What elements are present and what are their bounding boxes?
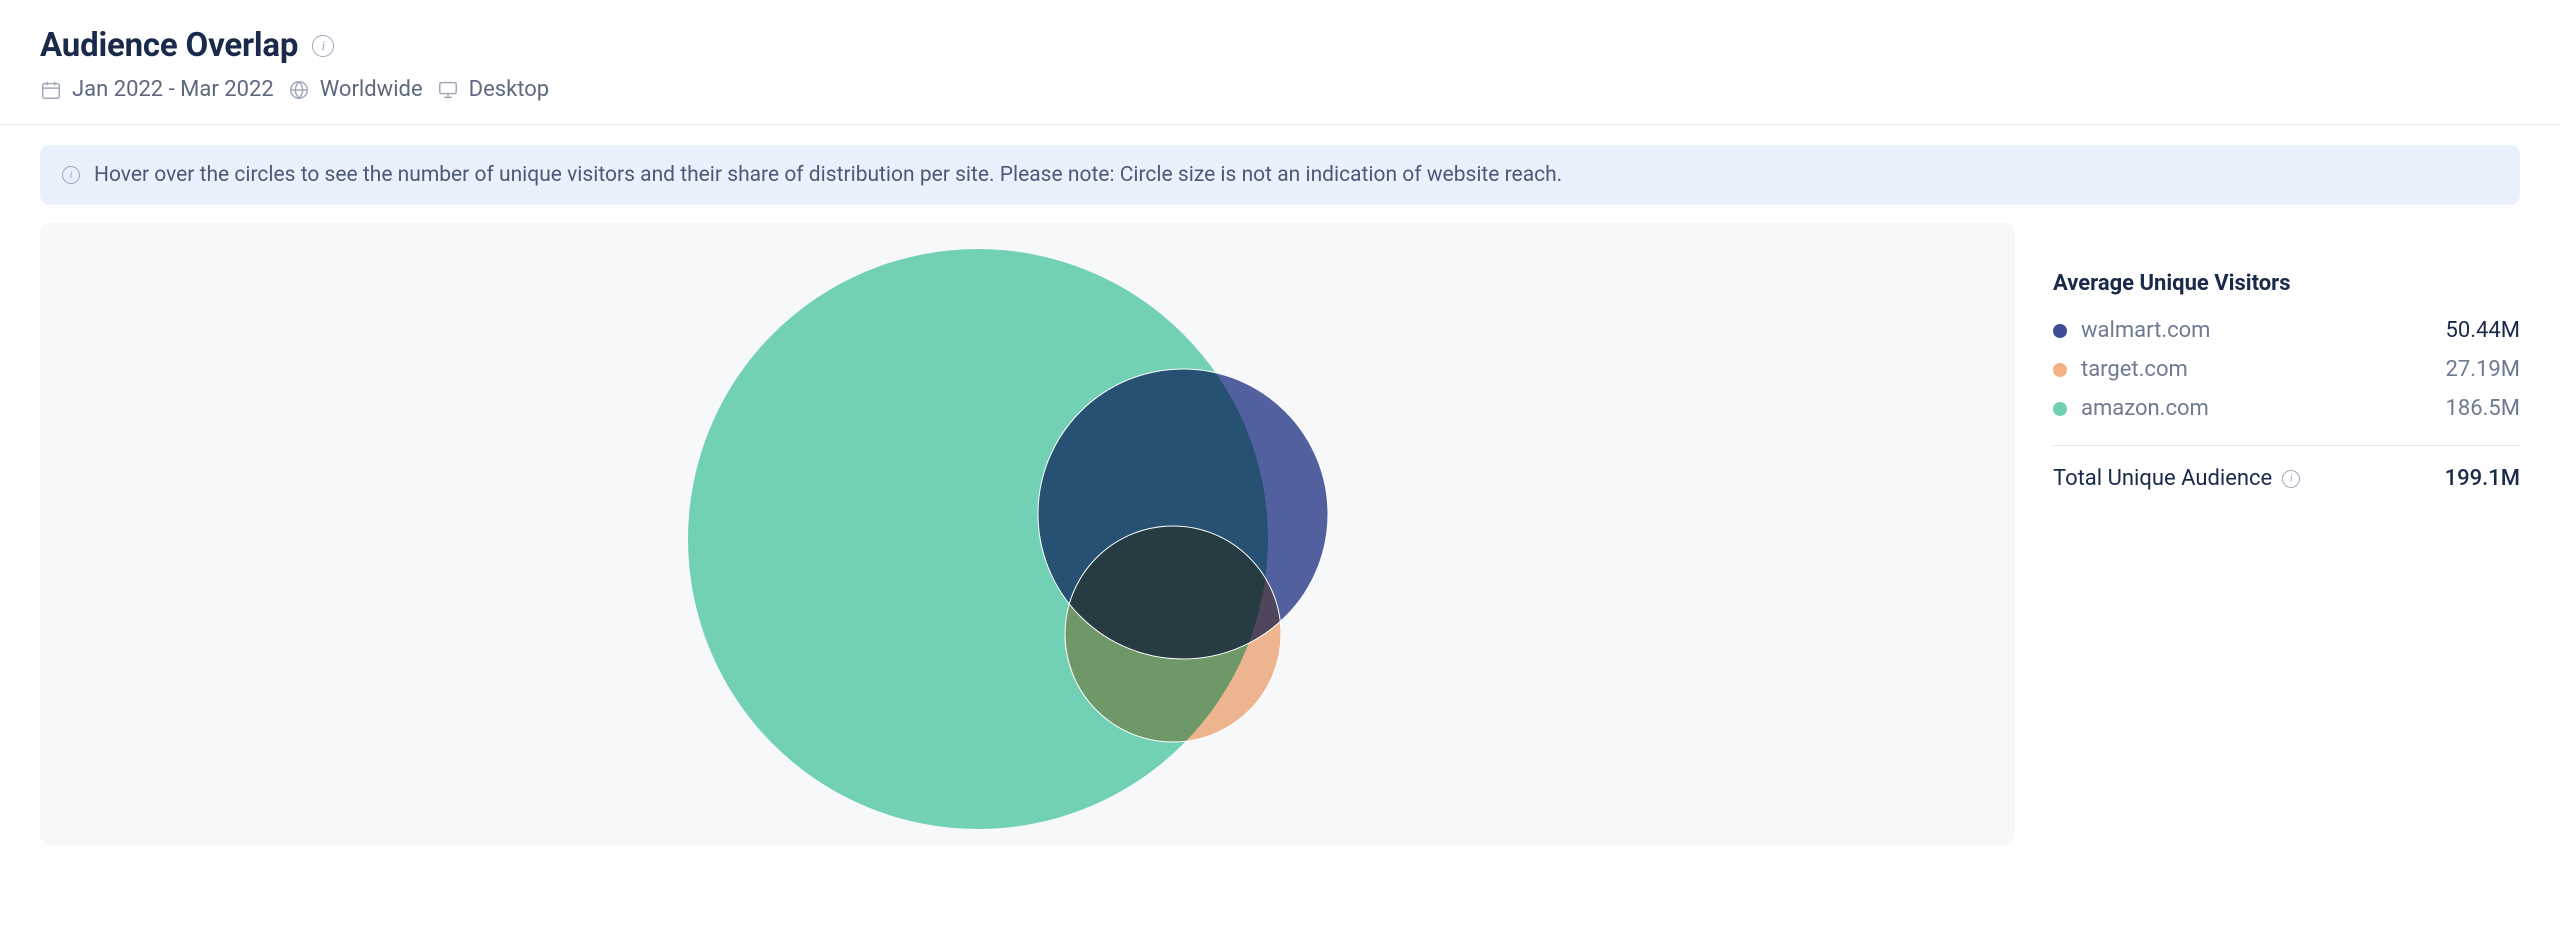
legend-name: target.com [2081,357,2188,382]
header: Audience Overlap i Jan 2022 - Mar 2022 W… [20,16,2540,124]
legend-panel: Average Unique Visitors walmart.com 50.4… [2053,223,2520,845]
legend-row-amazon[interactable]: amazon.com 186.5M [2053,396,2520,421]
page-title: Audience Overlap [40,26,298,65]
legend-row-walmart[interactable]: walmart.com 50.44M [2053,318,2520,343]
legend-dot-icon [2053,363,2067,377]
legend-value: 50.44M [2446,318,2520,343]
region-label: Worldwide [320,77,423,102]
globe-icon [288,79,310,101]
venn-set-target[interactable] [1065,526,1281,742]
venn-chart[interactable] [40,223,2015,845]
desktop-icon [437,79,459,101]
venn-svg [678,239,1378,829]
legend-dot-icon [2053,324,2067,338]
legend-row-target[interactable]: target.com 27.19M [2053,357,2520,382]
legend-name: amazon.com [2081,396,2209,421]
date-range-label: Jan 2022 - Mar 2022 [72,77,274,102]
legend-name: walmart.com [2081,318,2210,343]
total-row: Total Unique Audience i 199.1M [2053,466,2520,491]
total-value: 199.1M [2445,466,2520,491]
divider [2053,445,2520,446]
region[interactable]: Worldwide [288,77,423,102]
info-icon[interactable]: i [2282,470,2300,488]
notice-banner: i Hover over the circles to see the numb… [40,145,2520,205]
date-range[interactable]: Jan 2022 - Mar 2022 [40,77,274,102]
info-icon: i [62,166,80,184]
legend-value: 27.19M [2446,357,2520,382]
total-label: Total Unique Audience [2053,466,2272,491]
legend-title: Average Unique Visitors [2053,271,2520,296]
meta-row: Jan 2022 - Mar 2022 Worldwide Desktop [40,77,2524,102]
calendar-icon [40,79,62,101]
info-icon[interactable]: i [312,35,334,57]
device-label: Desktop [469,77,550,102]
notice-text: Hover over the circles to see the number… [94,163,1562,187]
device[interactable]: Desktop [437,77,550,102]
legend-dot-icon [2053,402,2067,416]
legend-value: 186.5M [2446,396,2520,421]
